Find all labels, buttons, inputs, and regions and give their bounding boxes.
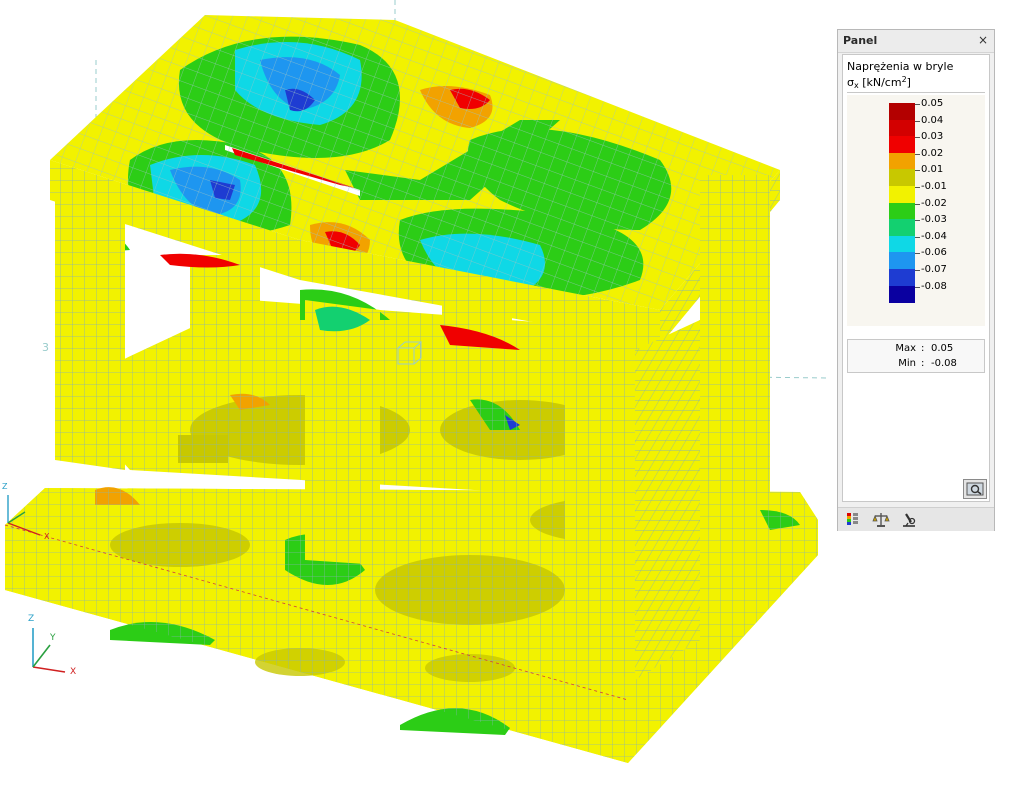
scale-swatch bbox=[889, 186, 915, 203]
microscope-icon bbox=[903, 513, 916, 527]
balance-icon bbox=[872, 513, 890, 527]
scale-swatch bbox=[889, 202, 915, 220]
small-axis-label-x: X bbox=[44, 532, 50, 541]
min-colon: : bbox=[921, 358, 925, 369]
result-type-title: Naprężenia w bryle bbox=[847, 60, 954, 73]
min-label: Min bbox=[898, 358, 916, 369]
balance-button[interactable] bbox=[872, 511, 890, 528]
scale-tick bbox=[915, 120, 920, 122]
scale-row: -0.01 bbox=[847, 181, 985, 203]
scale-label: 0.01 bbox=[921, 164, 944, 176]
scale-swatch bbox=[889, 103, 915, 120]
scale-tick bbox=[915, 170, 920, 172]
min-value: -0.08 bbox=[931, 358, 957, 369]
scale-label: -0.08 bbox=[921, 280, 947, 292]
scale-label: -0.01 bbox=[921, 181, 947, 192]
max-min-box: Max : 0.05 Min : -0.08 bbox=[847, 339, 985, 373]
result-component: σx [kN/cm2] bbox=[847, 75, 911, 90]
node-label: 3 bbox=[42, 341, 49, 354]
max-row: Max : 0.05 bbox=[848, 343, 984, 357]
display-settings-button[interactable] bbox=[963, 479, 987, 499]
scale-label: -0.02 bbox=[921, 197, 947, 209]
scale-row: -0.04 bbox=[847, 231, 985, 253]
scale-swatch bbox=[889, 252, 915, 270]
display-settings-icon bbox=[966, 482, 984, 496]
scale-swatch bbox=[889, 285, 915, 303]
color-scale[interactable]: 0.05 0.04 0.03 0.02 0.01 -0.01 -0.02 -0.03 -0.04… bbox=[847, 95, 985, 326]
scale-swatch bbox=[889, 235, 915, 253]
results-panel: Panel × Naprężenia w bryle σx [kN/cm2] 0… bbox=[837, 29, 995, 531]
scale-tick bbox=[915, 270, 920, 271]
scale-label: -0.06 bbox=[921, 247, 947, 259]
scale-tick bbox=[915, 137, 920, 139]
color-scale-icon bbox=[847, 513, 858, 525]
scale-swatch bbox=[889, 169, 915, 187]
min-row: Min : -0.08 bbox=[848, 358, 984, 372]
scale-label: 0.02 bbox=[921, 147, 944, 159]
max-colon: : bbox=[921, 343, 925, 354]
scale-row: 0.05 bbox=[847, 98, 985, 120]
separator bbox=[847, 92, 985, 93]
axis-label-z: Z bbox=[28, 614, 35, 624]
scale-label: 0.03 bbox=[921, 131, 944, 143]
color-scale-button[interactable] bbox=[844, 511, 862, 528]
scale-label: 0.04 bbox=[921, 114, 944, 126]
panel-body: Naprężenia w bryle σx [kN/cm2] 0.05 0.04 0… bbox=[842, 54, 990, 502]
scale-swatch bbox=[889, 119, 915, 137]
scale-label: 0.05 bbox=[921, 98, 944, 109]
scale-row: -0.08 bbox=[847, 281, 985, 303]
max-value: 0.05 bbox=[931, 343, 954, 354]
scale-tick bbox=[915, 253, 920, 255]
scale-row: -0.06 bbox=[847, 247, 985, 270]
max-label: Max bbox=[895, 343, 916, 354]
scale-tick bbox=[915, 187, 920, 188]
unit-open: [kN/cm bbox=[858, 76, 902, 89]
scale-row: -0.02 bbox=[847, 198, 985, 220]
scale-row: 0.03 bbox=[847, 131, 985, 154]
close-icon[interactable]: × bbox=[978, 33, 988, 47]
axis-label-x: X bbox=[70, 667, 77, 677]
scale-swatch bbox=[889, 136, 915, 154]
scale-row: 0.01 bbox=[847, 164, 985, 187]
microscope-button[interactable] bbox=[900, 511, 918, 528]
scale-tick bbox=[915, 286, 920, 288]
scale-swatch bbox=[889, 152, 915, 170]
scale-label: -0.07 bbox=[921, 264, 947, 275]
unit-close: ] bbox=[906, 76, 911, 89]
scale-label: -0.03 bbox=[921, 214, 947, 226]
scale-swatch bbox=[889, 269, 915, 286]
panel-title: Panel bbox=[843, 34, 878, 47]
small-axis-label-z: Z bbox=[2, 482, 8, 491]
axis-label-y: Y bbox=[50, 633, 56, 643]
scale-row: -0.03 bbox=[847, 214, 985, 237]
scale-row: 0.02 bbox=[847, 148, 985, 170]
scale-tick bbox=[915, 236, 920, 238]
scale-tick bbox=[915, 153, 920, 155]
panel-toolbar bbox=[838, 507, 994, 531]
scale-tick bbox=[915, 104, 920, 105]
scale-tick bbox=[915, 220, 920, 222]
global-axis-triad bbox=[32, 628, 66, 673]
scale-tick bbox=[915, 203, 920, 205]
scale-row: 0.04 bbox=[847, 115, 985, 137]
scale-swatch bbox=[889, 219, 915, 237]
scale-row: -0.07 bbox=[847, 264, 985, 286]
sigma-symbol: σ bbox=[847, 76, 854, 89]
scale-label: -0.04 bbox=[921, 230, 947, 242]
panel-title-bar[interactable]: Panel × bbox=[838, 30, 994, 53]
top-slab bbox=[50, 15, 780, 350]
